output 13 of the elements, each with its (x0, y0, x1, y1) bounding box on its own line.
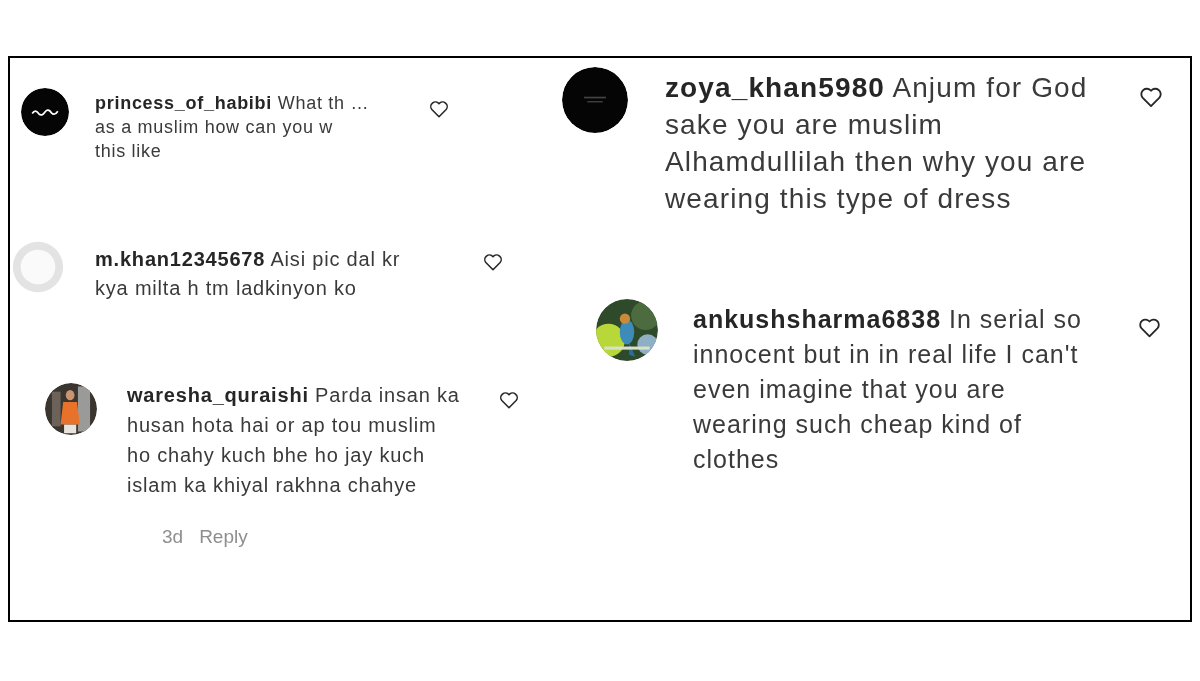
comment-time: 3d (162, 526, 184, 548)
like-heart-icon[interactable] (482, 251, 504, 273)
comment-text: m.khan12345678 Aisi pic dal kr kya milta h tm ladkinyon ko (95, 247, 401, 301)
like-heart-icon[interactable] (428, 98, 450, 120)
avatar-icon (21, 88, 69, 136)
avatar-icon (562, 67, 628, 133)
default-avatar-icon (12, 241, 64, 293)
reply-link[interactable]: Reply (199, 526, 248, 548)
like-heart-icon[interactable] (498, 389, 520, 411)
comment-text: ankushsharma6838 In serial so innocent but in in real life I can't even imagine that you are wearing such cheap kind of clothes (693, 304, 1082, 475)
comment-text: princess_of_habibi What th … as a muslim how can you w this like (95, 92, 370, 163)
comment-text: zoya_khan5980 Anjum for God sake you are muslim Alhamdullilah then why you are wearing this type of dress (665, 71, 1088, 216)
comment-text: waresha_quraishi Parda insan ka husan hota hai or ap tou muslim ho chahy kuch bhe ho jay kuch islam ka khiyal rakhna chahye (127, 383, 460, 498)
